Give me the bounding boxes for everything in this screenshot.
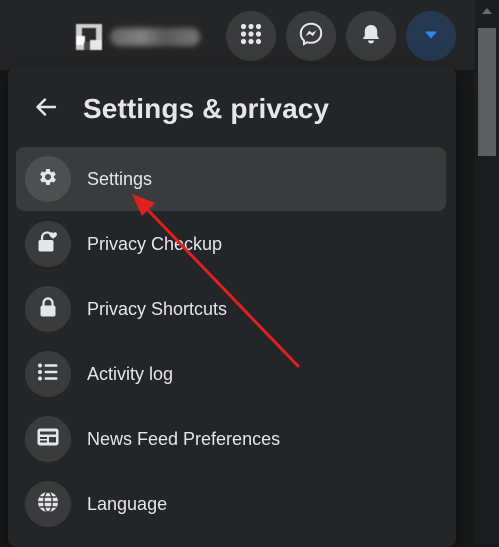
back-button[interactable] (26, 89, 66, 129)
menu-item-label: News Feed Preferences (87, 428, 281, 449)
menu-item-privacy-shortcuts[interactable]: Privacy Shortcuts (16, 277, 446, 341)
lock-icon (37, 296, 59, 323)
menu-item-label: Privacy Shortcuts (87, 298, 228, 319)
news-feed-icon (36, 427, 60, 452)
menu-item-news-feed-preferences[interactable]: News Feed Preferences (16, 407, 446, 471)
menu-item-label: Privacy Checkup (87, 233, 223, 254)
arrow-left-icon (35, 97, 57, 121)
scrollbar-thumb[interactable] (478, 28, 496, 156)
messenger-icon (299, 22, 323, 51)
menu-item-settings[interactable]: Settings (16, 147, 446, 211)
menu-button[interactable] (226, 11, 276, 61)
menu-item-label: Language (87, 493, 168, 514)
page-title: Settings & privacy (83, 93, 330, 124)
menu-item-label: Settings (87, 168, 153, 189)
profile-shortcut[interactable] (62, 14, 210, 58)
globe-icon (36, 490, 60, 519)
settings-privacy-menu: Settings & privacy Settings Privacy Chec… (8, 67, 456, 547)
menu-item-language[interactable]: Language (16, 472, 446, 536)
lock-heart-icon (36, 230, 60, 259)
scroll-up-arrow-icon[interactable] (482, 8, 492, 14)
top-navigation-bar (0, 0, 499, 70)
notifications-button[interactable] (346, 11, 396, 61)
icon-circle (25, 221, 71, 267)
menu-grid-icon (240, 23, 262, 50)
bell-icon (360, 23, 382, 50)
icon-circle (25, 416, 71, 462)
menu-item-activity-log[interactable]: Activity log (16, 342, 446, 406)
profile-name-redacted (110, 28, 200, 46)
avatar (76, 24, 102, 50)
list-icon (37, 362, 59, 387)
gear-icon (37, 166, 59, 193)
scrollbar[interactable] (475, 0, 499, 545)
menu-header: Settings & privacy (26, 87, 329, 131)
icon-circle (25, 481, 71, 527)
icon-circle (25, 156, 71, 202)
icon-circle (25, 286, 71, 332)
icon-circle (25, 351, 71, 397)
menu-item-privacy-checkup[interactable]: Privacy Checkup (16, 212, 446, 276)
caret-down-icon (424, 27, 438, 45)
account-menu-button[interactable] (406, 11, 456, 61)
messenger-button[interactable] (286, 11, 336, 61)
menu-item-label: Activity log (87, 363, 174, 384)
